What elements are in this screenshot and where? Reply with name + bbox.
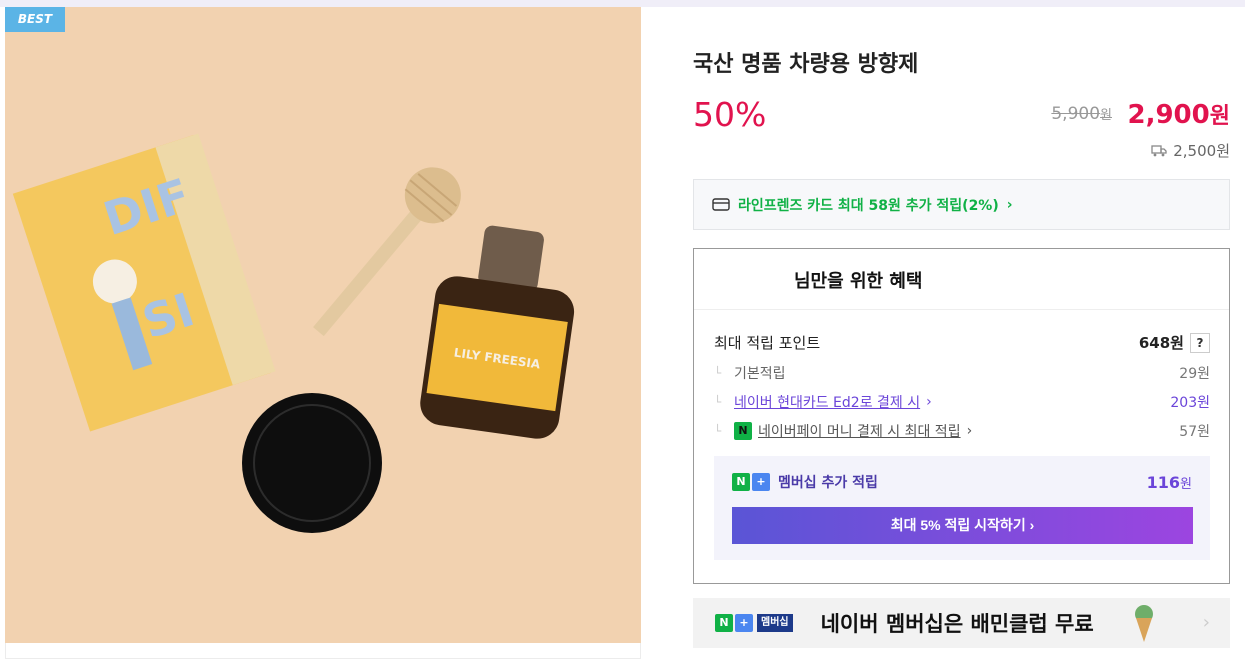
membership-value: 116 bbox=[1146, 472, 1181, 492]
membership-tag: N + 멤버십 bbox=[715, 614, 793, 632]
benefit-panel: 님만을 위한 혜택 최대 적립 포인트 648원? └ 기본적립 29원 └ 네이버… bbox=[693, 248, 1230, 584]
ice-cream-icon bbox=[1135, 605, 1153, 642]
naverpay-icon: N bbox=[734, 422, 752, 440]
chevron-right-icon: › bbox=[1006, 196, 1013, 213]
banner-text: 네이버 멤버십은 배민클럽 무료 bbox=[820, 612, 1094, 636]
basic-points-label: 기본적립 bbox=[734, 366, 786, 382]
best-badge: BEST bbox=[5, 7, 65, 32]
image-frame-bottom bbox=[5, 643, 641, 659]
membership-box: N + 멤버십 추가 적립 116원 최대 5% 적립 시작하기 › bbox=[714, 456, 1210, 560]
card-promo-text: 라인프렌즈 카드 최대 58원 추가 적립(2%) bbox=[738, 197, 999, 214]
truck-icon bbox=[1151, 144, 1167, 156]
product-title: 국산 명품 차량용 방향제 bbox=[693, 52, 919, 77]
membership-unit: 원 bbox=[1180, 476, 1192, 492]
max-points-value: 648원 bbox=[1138, 334, 1184, 352]
card-points-value: 203원 bbox=[1170, 395, 1210, 411]
membership-row: N + 멤버십 추가 적립 116원 bbox=[732, 472, 1192, 492]
card-promo[interactable]: 라인프렌즈 카드 최대 58원 추가 적립(2%) › bbox=[693, 179, 1230, 230]
product-photo-illustration: DIF SI LILY FREESIA bbox=[5, 7, 641, 643]
npay-points-link[interactable]: 네이버페이 머니 결제 시 최대 적립 bbox=[758, 421, 961, 441]
membership-label: 멤버십 추가 적립 bbox=[778, 475, 878, 491]
chevron-right-icon: › bbox=[966, 423, 973, 439]
membership-tag-label: 멤버십 bbox=[757, 614, 793, 632]
sale-price-value: 2,900 bbox=[1127, 100, 1210, 130]
product-image[interactable]: DIF SI LILY FREESIA bbox=[5, 7, 641, 643]
membership-banner[interactable]: N + 멤버십 네이버 멤버십은 배민클럽 무료 › bbox=[693, 598, 1230, 648]
tree-branch-icon: └ bbox=[714, 424, 722, 438]
sale-price-unit: 원 bbox=[1209, 104, 1230, 129]
card-points-link[interactable]: 네이버 현대카드 Ed2로 결제 시 bbox=[734, 392, 920, 412]
original-price-value: 5,900 bbox=[1051, 104, 1101, 124]
chevron-right-icon: › bbox=[926, 394, 932, 410]
basic-points-value: 29원 bbox=[1179, 366, 1210, 382]
divider bbox=[694, 309, 1229, 310]
tree-branch-icon: └ bbox=[714, 366, 722, 380]
naver-plus-icon: N + bbox=[732, 473, 770, 491]
shipping-fee: 2,500원 bbox=[1151, 140, 1230, 161]
card-points-row[interactable]: └ 네이버 현대카드 Ed2로 결제 시 › 203원 bbox=[714, 392, 1210, 412]
tree-branch-icon: └ bbox=[714, 395, 722, 409]
original-price-unit: 원 bbox=[1100, 108, 1112, 123]
top-strip bbox=[0, 0, 1245, 7]
max-points-label: 최대 적립 포인트 bbox=[714, 334, 821, 352]
help-button[interactable]: ? bbox=[1190, 332, 1210, 353]
original-price: 5,900원 bbox=[1051, 104, 1112, 124]
chevron-right-icon[interactable]: › bbox=[1203, 612, 1210, 633]
npay-points-value: 57원 bbox=[1179, 424, 1210, 440]
discount-rate: 50% bbox=[693, 95, 767, 134]
basic-points-row: └ 기본적립 29원 bbox=[714, 363, 1210, 383]
npay-points-row[interactable]: └ N 네이버페이 머니 결제 시 최대 적립 › 57원 bbox=[714, 421, 1210, 441]
benefit-heading: 님만을 위한 혜택 bbox=[794, 271, 923, 292]
credit-card-icon bbox=[712, 198, 730, 211]
naver-plus-icon: N + bbox=[715, 614, 753, 632]
shipping-fee-value: 2,500원 bbox=[1173, 142, 1230, 160]
membership-start-button[interactable]: 최대 5% 적립 시작하기 › bbox=[732, 507, 1193, 544]
max-points-row: 최대 적립 포인트 648원? bbox=[714, 332, 1210, 353]
sale-price: 2,900원 bbox=[1128, 98, 1231, 130]
